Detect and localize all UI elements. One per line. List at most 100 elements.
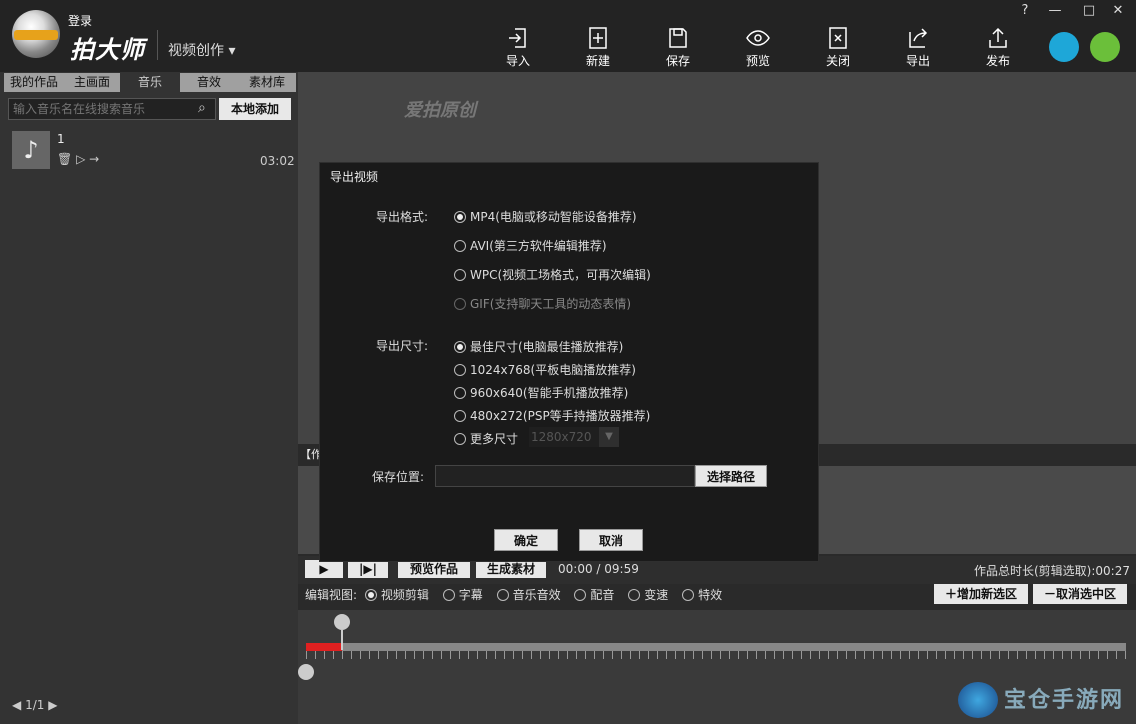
edit-view-option-effects[interactable]: 特效 xyxy=(682,588,722,602)
add-selection-button[interactable]: ＋增加新选区 xyxy=(934,584,1028,604)
radio-icon xyxy=(454,298,466,310)
preview-work-button[interactable]: 预览作品 xyxy=(398,560,470,578)
close-doc-button[interactable]: 关闭 xyxy=(813,26,863,69)
size-option-more[interactable]: 更多尺寸 xyxy=(454,430,518,447)
import-button[interactable]: 导入 xyxy=(493,26,543,69)
radio-selected-icon xyxy=(454,211,466,223)
preview-button[interactable]: 预览 xyxy=(733,26,783,69)
play-button[interactable]: ▶ xyxy=(305,560,343,578)
radio-icon xyxy=(454,433,466,445)
option-label: 1024x768(平板电脑播放推荐) xyxy=(470,363,636,377)
save-path-input[interactable] xyxy=(435,465,695,487)
edit-view-label: 编辑视图: xyxy=(305,588,358,602)
save-label: 保存 xyxy=(665,54,690,68)
ok-button[interactable]: 确定 xyxy=(494,529,558,551)
tab-material-library[interactable]: 素材库 xyxy=(238,73,296,92)
site-watermark-logo xyxy=(958,682,998,718)
close-doc-label: 关闭 xyxy=(825,54,850,68)
radio-icon xyxy=(442,589,455,601)
preview-watermark: 爱拍原创 xyxy=(404,100,476,121)
app-logo-band xyxy=(14,30,58,40)
import-icon xyxy=(509,28,526,48)
maximize-button[interactable]: □ xyxy=(1079,3,1099,19)
radio-icon xyxy=(454,240,466,252)
format-option-mp4[interactable]: MP4(电脑或移动智能设备推荐) xyxy=(454,208,637,225)
pagination: ◀ 1/1 ▶ xyxy=(12,698,57,712)
export-icon xyxy=(909,28,928,48)
dialog-title: 导出视频 xyxy=(330,170,379,184)
size-option-960[interactable]: 960x640(智能手机播放推荐) xyxy=(454,384,628,401)
tab-music[interactable]: 音乐 xyxy=(124,73,176,92)
option-label: 配音 xyxy=(590,588,615,602)
chevron-down-icon[interactable]: ▼ xyxy=(599,427,619,447)
android-icon[interactable] xyxy=(1090,32,1120,62)
new-button[interactable]: 新建 xyxy=(573,26,623,69)
edit-view-option-subtitle[interactable]: 字幕 xyxy=(442,588,483,602)
login-link[interactable]: 登录 xyxy=(68,12,92,29)
radio-icon xyxy=(454,387,466,399)
apple-icon[interactable] xyxy=(1049,32,1079,62)
divider xyxy=(157,30,158,60)
music-note-icon: ♪ xyxy=(12,131,50,169)
cancel-selection-button[interactable]: －取消选中区 xyxy=(1033,584,1127,604)
size-option-1024[interactable]: 1024x768(平板电脑播放推荐) xyxy=(454,361,636,378)
cancel-button[interactable]: 取消 xyxy=(579,529,643,551)
close-window-button[interactable]: ✕ xyxy=(1108,3,1128,19)
tab-sound-effects[interactable]: 音效 xyxy=(180,73,238,92)
music-search-input[interactable] xyxy=(8,98,216,120)
close-doc-icon xyxy=(829,27,847,49)
option-label: GIF(支持聊天工具的动态表情) xyxy=(470,297,632,311)
add-local-button[interactable]: 本地添加 xyxy=(219,98,291,120)
publish-button[interactable]: 发布 xyxy=(973,26,1023,69)
prev-page-icon[interactable]: ◀ xyxy=(12,698,21,712)
format-option-avi[interactable]: AVI(第三方软件编辑推荐) xyxy=(454,237,607,254)
music-item-actions: 🗑 ▷ → xyxy=(57,152,99,166)
edit-view-option-video[interactable]: 视频剪辑 xyxy=(364,588,429,602)
playhead-line xyxy=(341,630,343,650)
minimize-button[interactable]: — xyxy=(1045,3,1065,19)
tab-my-works[interactable]: 我的作品 xyxy=(4,73,64,92)
export-label: 导出 xyxy=(905,54,930,68)
format-option-wpc[interactable]: WPC(视频工场格式，可再次编辑) xyxy=(454,266,651,283)
publish-label: 发布 xyxy=(985,54,1010,68)
format-option-gif: GIF(支持聊天工具的动态表情) xyxy=(454,295,631,312)
choose-path-button[interactable]: 选择路径 xyxy=(695,465,767,487)
search-icon[interactable]: ⌕ xyxy=(198,100,206,116)
edit-view-option-dubbing[interactable]: 配音 xyxy=(574,588,614,602)
option-label: 更多尺寸 xyxy=(470,432,519,446)
help-button[interactable]: ? xyxy=(1015,3,1035,19)
arrow-right-icon[interactable]: → xyxy=(89,152,99,166)
edit-view-option-speed[interactable]: 变速 xyxy=(628,588,668,602)
playhead-handle[interactable] xyxy=(334,614,350,630)
option-label: 480x272(PSP等手持播放器推荐) xyxy=(470,409,651,423)
radio-icon xyxy=(574,589,587,601)
chevron-down-icon: ▾ xyxy=(228,43,236,59)
step-button[interactable]: |▶| xyxy=(348,560,388,578)
radio-icon xyxy=(454,410,466,422)
next-page-icon[interactable]: ▶ xyxy=(48,698,57,712)
edit-view-option-music[interactable]: 音乐音效 xyxy=(496,588,561,602)
preview-label: 预览 xyxy=(745,54,770,68)
timeline-ruler xyxy=(306,651,1126,659)
size-option-480[interactable]: 480x272(PSP等手持播放器推荐) xyxy=(454,407,650,424)
option-label: 特效 xyxy=(698,588,723,602)
music-item-duration: 03:02 xyxy=(260,154,295,168)
radio-icon xyxy=(682,589,695,601)
total-duration: 作品总时长(剪辑选取):00:27 xyxy=(974,564,1130,578)
tab-main-screen[interactable]: 主画面 xyxy=(64,73,120,92)
size-option-best[interactable]: 最佳尺寸(电脑最佳播放推荐) xyxy=(454,338,623,355)
top-toolbar xyxy=(0,0,1136,72)
save-button[interactable]: 保存 xyxy=(653,26,703,69)
play-icon[interactable]: ▷ xyxy=(76,152,85,166)
mode-dropdown[interactable]: 视频创作 ▾ xyxy=(168,40,235,60)
add-selection-label: 增加新选区 xyxy=(957,587,1018,601)
timeline-track[interactable] xyxy=(306,643,1126,651)
radio-icon xyxy=(496,589,509,601)
generate-material-button[interactable]: 生成素材 xyxy=(476,560,546,578)
export-button[interactable]: 导出 xyxy=(893,26,943,69)
page-indicator: 1/1 xyxy=(25,698,45,712)
trash-icon[interactable]: 🗑 xyxy=(57,152,72,166)
timeline-start-handle[interactable] xyxy=(298,664,314,680)
timeline-selection[interactable] xyxy=(306,643,342,651)
more-size-select[interactable]: 1280x720 xyxy=(529,427,599,447)
